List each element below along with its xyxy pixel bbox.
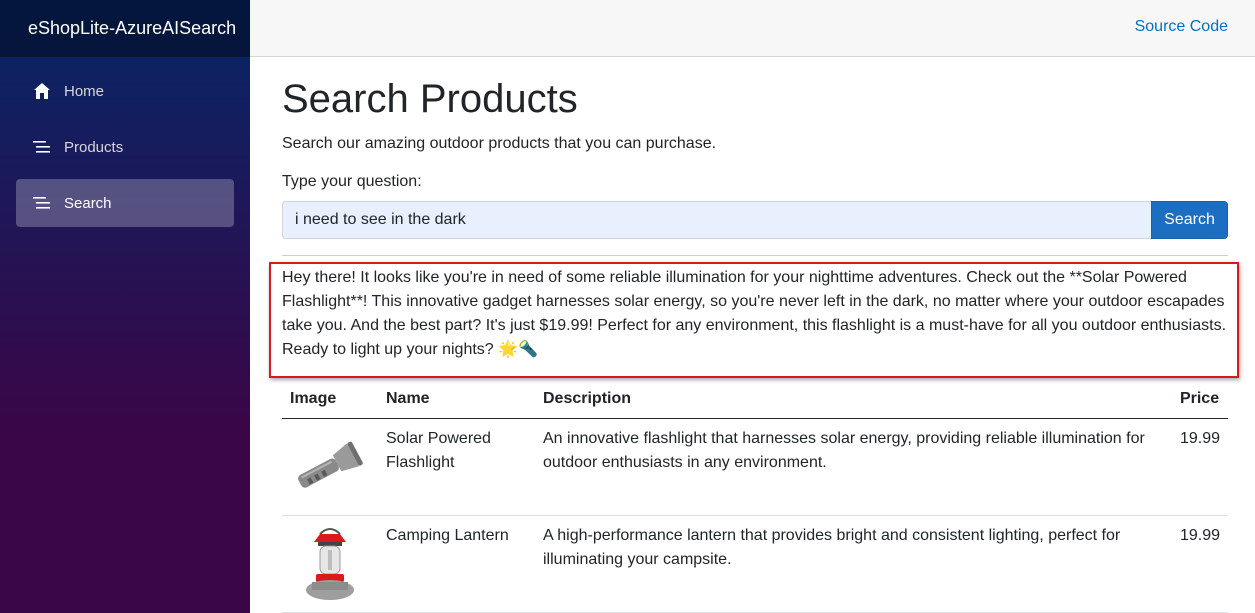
cell-image: [282, 418, 378, 516]
brand-bar: eShopLite-AzureAISearch: [0, 0, 250, 57]
highlight-box: [269, 262, 1239, 378]
header-name: Name: [378, 384, 535, 419]
home-icon: [32, 81, 52, 101]
sidebar: eShopLite-AzureAISearch Home Products Se…: [0, 0, 250, 613]
lantern-image: [306, 528, 354, 600]
search-input[interactable]: [282, 201, 1151, 239]
flashlight-image: [298, 441, 363, 488]
cell-description: A high-performance lantern that provides…: [535, 515, 1172, 613]
search-row: Search: [282, 201, 1228, 239]
table-row: Camping Lantern A high-performance lante…: [282, 515, 1228, 613]
page-title: Search Products: [282, 77, 578, 121]
search-button[interactable]: Search: [1151, 201, 1228, 239]
products-table: Image Name Description Price Solar Power…: [282, 384, 1228, 613]
sidebar-item-label: Home: [64, 82, 105, 100]
ai-answer: Hey there! It looks like you're in need …: [269, 262, 1239, 378]
list-icon: [32, 193, 52, 213]
sidebar-item-search[interactable]: Search: [16, 179, 234, 227]
cell-price: 19.99: [1171, 515, 1228, 613]
sidebar-item-label: Search: [64, 194, 112, 212]
question-label: Type your question:: [282, 173, 422, 190]
source-code-link[interactable]: Source Code: [1135, 18, 1228, 36]
divider: [282, 255, 1228, 256]
cell-image: [282, 515, 378, 613]
header-description: Description: [535, 384, 1172, 419]
table-header-row: Image Name Description Price: [282, 384, 1228, 419]
sidebar-item-products[interactable]: Products: [16, 123, 234, 171]
sidebar-item-home[interactable]: Home: [16, 67, 234, 115]
header-image: Image: [282, 384, 378, 419]
top-row: Source Code: [250, 0, 1255, 57]
cell-name: Camping Lantern: [378, 515, 535, 613]
intro-text: Search our amazing outdoor products that…: [282, 135, 717, 152]
table-row: Solar Powered Flashlight An innovative f…: [282, 418, 1228, 516]
brand-name[interactable]: eShopLite-AzureAISearch: [28, 18, 236, 39]
cell-price: 19.99: [1171, 418, 1228, 516]
main-content: Search Products Search our amazing outdo…: [269, 57, 1239, 613]
cell-description: An innovative flashlight that harnesses …: [535, 418, 1172, 516]
sidebar-item-label: Products: [64, 138, 124, 156]
header-price: Price: [1171, 384, 1228, 419]
list-icon: [32, 137, 52, 157]
cell-name: Solar Powered Flashlight: [378, 418, 535, 516]
sidebar-nav: Home Products Search: [0, 57, 250, 227]
